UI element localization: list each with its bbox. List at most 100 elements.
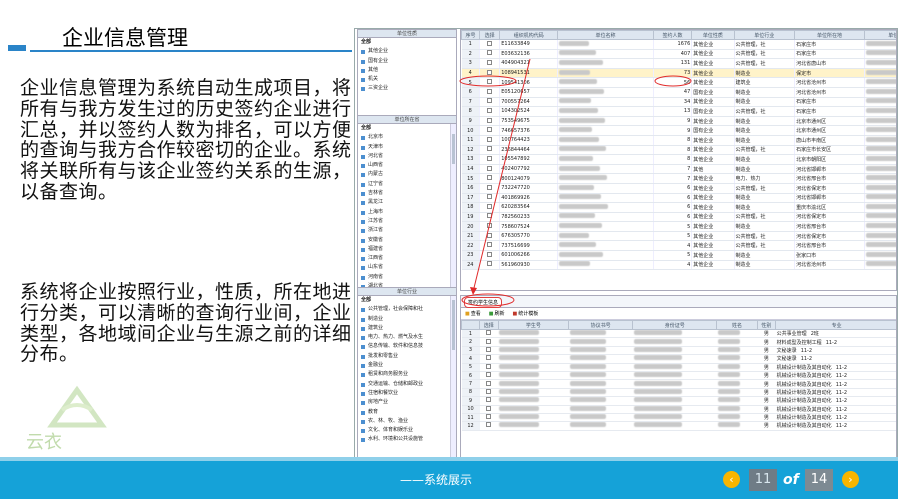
tree-root[interactable]: 全部 bbox=[358, 38, 456, 47]
row-checkbox[interactable] bbox=[486, 330, 492, 336]
column-header[interactable]: 单位名称 bbox=[557, 30, 654, 40]
row-checkbox[interactable] bbox=[487, 127, 493, 133]
tree-item[interactable]: 上海市 bbox=[358, 208, 456, 217]
row-checkbox[interactable] bbox=[487, 261, 493, 267]
table-row[interactable]: 107466573769国有企业制造业北京市通州区000 bbox=[461, 125, 896, 136]
table-row[interactable]: 5 男机械设计制造及其自动化 11-2 bbox=[461, 363, 896, 372]
tree-item[interactable]: 天津市 bbox=[358, 143, 456, 152]
tree-item[interactable]: 水利、环境和公共设施管 bbox=[358, 435, 456, 444]
table-row[interactable]: 3 男文秘速录 11-2 bbox=[461, 346, 896, 356]
table-row[interactable]: 245619609304其他企业制造业河北省沧州市000 bbox=[461, 260, 896, 271]
row-checkbox[interactable] bbox=[487, 251, 493, 257]
table-row[interactable]: 2E03632136407其他企业公共管理，社石家庄市000 bbox=[461, 49, 896, 60]
tree-item[interactable]: 河北省 bbox=[358, 152, 456, 161]
tree-item[interactable]: 住宿和餐饮业 bbox=[358, 389, 456, 398]
next-page-icon[interactable]: › bbox=[842, 471, 859, 488]
row-checkbox[interactable] bbox=[486, 346, 492, 352]
row-checkbox[interactable] bbox=[486, 380, 492, 386]
column-header[interactable]: 专业 bbox=[775, 320, 896, 330]
table-row[interactable]: 810430252413国有企业公共管理，社石家庄市051 bbox=[461, 106, 896, 117]
row-checkbox[interactable] bbox=[486, 414, 492, 420]
column-header[interactable]: 姓名 bbox=[716, 320, 758, 330]
tree-item[interactable]: 山东省 bbox=[358, 263, 456, 272]
table-row[interactable]: 227375166994其他企业公共管理，社河北省邢台市000 bbox=[461, 240, 896, 252]
refresh-button[interactable]: ■刷新 bbox=[489, 311, 505, 317]
table-row[interactable]: 1E116338491676其他企业公共管理，社石家庄市000 bbox=[461, 39, 896, 50]
table-row[interactable]: 12 男机械设计制造及其自动化 11-2 bbox=[461, 421, 896, 431]
row-checkbox[interactable] bbox=[486, 397, 492, 403]
tree-item[interactable]: 河南省 bbox=[358, 273, 456, 282]
column-header[interactable]: 性别 bbox=[756, 320, 777, 330]
tree-item[interactable]: 三资企业 bbox=[358, 84, 456, 93]
table-row[interactable]: 207586075245其他企业制造业河北省邢台市000 bbox=[461, 221, 896, 232]
tree-item[interactable]: 山西省 bbox=[358, 161, 456, 170]
tab-signed-students[interactable]: 签约学生信息 bbox=[464, 297, 503, 308]
table-row[interactable]: 2 男材料成型及控制工程 11-2 bbox=[461, 337, 896, 347]
template-button[interactable]: ■统计模板 bbox=[513, 311, 539, 317]
row-checkbox[interactable] bbox=[487, 203, 493, 209]
table-row[interactable]: 770055726434其他企业制造业石家庄市011 bbox=[461, 97, 896, 108]
table-row[interactable]: 4 男文秘速录 11-2 bbox=[461, 354, 896, 364]
row-checkbox[interactable] bbox=[487, 117, 493, 123]
tree-item[interactable]: 公共管理，社会保障和社 bbox=[358, 305, 456, 314]
tree-item[interactable]: 吉林省 bbox=[358, 189, 456, 198]
table-row[interactable]: 1 男公共事业管理 2班 bbox=[461, 329, 896, 339]
tree-item[interactable]: 信息传输、软件和信息技 bbox=[358, 342, 456, 351]
table-row[interactable]: 8 男机械设计制造及其自动化 11-2 bbox=[461, 388, 896, 398]
tree-item[interactable]: 浙江省 bbox=[358, 226, 456, 235]
column-header[interactable]: 单位地址 bbox=[863, 30, 896, 40]
row-checkbox[interactable] bbox=[487, 59, 493, 65]
row-checkbox[interactable] bbox=[487, 223, 493, 229]
table-row[interactable]: 144024077927其他制造业河北省邯郸市016 bbox=[461, 164, 896, 175]
tree-item[interactable]: 制造业 bbox=[358, 315, 456, 324]
row-checkbox[interactable] bbox=[487, 213, 493, 219]
prev-page-icon[interactable]: ‹ bbox=[723, 471, 740, 488]
tree-item[interactable]: 建筑业 bbox=[358, 324, 456, 333]
tree-item[interactable]: 房地产业 bbox=[358, 398, 456, 407]
row-checkbox[interactable] bbox=[487, 184, 493, 190]
table-row[interactable]: 236010062665其他企业制造业张家口市000 bbox=[461, 250, 896, 261]
tree-item[interactable]: 电力、热力、燃气及水生 bbox=[358, 333, 456, 342]
table-row[interactable]: 6 男机械设计制造及其自动化 11-2 bbox=[461, 371, 896, 381]
row-checkbox[interactable] bbox=[487, 242, 493, 248]
row-checkbox[interactable] bbox=[487, 136, 493, 142]
table-row[interactable]: 97535496759其他企业制造业北京市通州区000 bbox=[461, 116, 896, 127]
column-header[interactable]: 协议书号 bbox=[568, 320, 634, 330]
row-checkbox[interactable] bbox=[487, 79, 493, 85]
row-checkbox[interactable] bbox=[487, 69, 493, 75]
tree-item[interactable]: 安徽省 bbox=[358, 236, 456, 245]
column-header[interactable]: 单位行业 bbox=[733, 30, 796, 40]
table-row[interactable]: 122368444648其他企业公共管理，社石家庄市长安区000 bbox=[461, 145, 896, 156]
tree-item[interactable]: 江苏省 bbox=[358, 217, 456, 226]
table-row[interactable]: 510954130656其他企业建筑业河北省沧州市000 bbox=[461, 77, 896, 88]
column-header[interactable]: 组织机构代码 bbox=[499, 30, 559, 40]
column-header[interactable]: 序号 bbox=[461, 30, 480, 40]
table-row[interactable]: 7 男机械设计制造及其自动化 11-2 bbox=[461, 379, 896, 389]
row-checkbox[interactable] bbox=[487, 232, 493, 238]
table-row[interactable]: 111007644238其他企业制造业唐山市丰南区000 bbox=[461, 135, 896, 146]
row-checkbox[interactable] bbox=[487, 98, 493, 104]
table-row[interactable]: 9 男机械设计制造及其自动化 11-2 bbox=[461, 396, 896, 406]
table-row[interactable]: 131055478928其他企业制造业北京市朝阳区000 bbox=[461, 154, 896, 165]
table-row[interactable]: 197825602336其他企业公共管理，社河北省保定市000 bbox=[461, 212, 896, 223]
table-row[interactable]: 186202835646其他企业制造业重庆市渝北区101 bbox=[461, 202, 896, 213]
tree-item[interactable]: 内蒙古 bbox=[358, 170, 456, 179]
column-header[interactable]: 单位所在地 bbox=[794, 30, 865, 40]
row-checkbox[interactable] bbox=[486, 338, 492, 344]
tree-item[interactable]: 交通运输、仓储和邮政业 bbox=[358, 380, 456, 389]
column-header[interactable]: 学生号 bbox=[497, 320, 570, 330]
row-checkbox[interactable] bbox=[487, 165, 493, 171]
row-checkbox[interactable] bbox=[487, 50, 493, 56]
tree-item[interactable]: 农、林、牧、渔业 bbox=[358, 417, 456, 426]
row-checkbox[interactable] bbox=[487, 146, 493, 152]
tree-item[interactable]: 辽宁省 bbox=[358, 180, 456, 189]
tree-item[interactable]: 批发和零售业 bbox=[358, 352, 456, 361]
tree-item[interactable]: 租赁和商务服务业 bbox=[358, 370, 456, 379]
tree-item[interactable]: 江西省 bbox=[358, 254, 456, 263]
row-checkbox[interactable] bbox=[487, 194, 493, 200]
column-header[interactable]: 身份证号 bbox=[632, 320, 718, 330]
table-row[interactable]: 6E0512065747国有企业制造业河北省沧州市000 bbox=[461, 87, 896, 98]
row-checkbox[interactable] bbox=[486, 388, 492, 394]
table-row[interactable]: 216763057705其他企业公共管理，社河北省保定市000 bbox=[461, 231, 896, 242]
tree-item[interactable]: 文化、体育和娱乐业 bbox=[358, 426, 456, 435]
